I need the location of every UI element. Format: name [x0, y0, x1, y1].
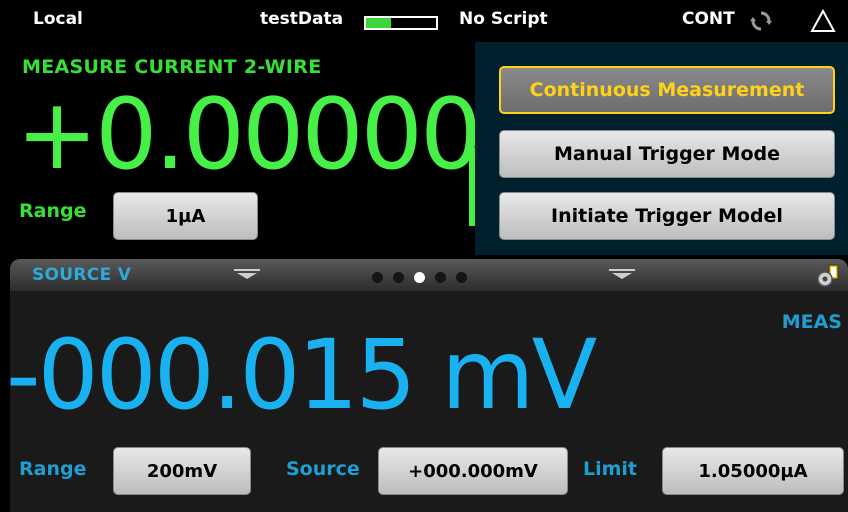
page-dot: [456, 272, 467, 283]
handle-icon[interactable]: [609, 268, 635, 280]
handle-icon[interactable]: [234, 268, 260, 280]
page-dot: [372, 272, 383, 283]
refresh-icon[interactable]: [750, 10, 772, 32]
source-range-label: Range: [19, 458, 87, 480]
source-level-button[interactable]: +000.000mV: [378, 447, 568, 495]
source-range-button[interactable]: 200mV: [113, 447, 251, 495]
script-indicator[interactable]: No Script: [459, 9, 548, 29]
page-dot-active: [414, 272, 425, 283]
initiate-trigger-model-button[interactable]: Initiate Trigger Model: [499, 192, 835, 240]
status-bar: Local testData No Script CONT: [0, 0, 848, 40]
swipe-tab[interactable]: SOURCE V: [10, 259, 848, 291]
source-panel: MEAS -000.015 mV Range 200mV Source +000…: [6, 291, 848, 512]
page-dot: [393, 272, 404, 283]
buffer-fill-bar[interactable]: [364, 16, 438, 30]
warning-icon[interactable]: [810, 8, 836, 34]
continuous-measurement-button[interactable]: Continuous Measurement: [499, 66, 835, 114]
swipe-screen-title: SOURCE V: [32, 265, 132, 285]
source-level-label: Source: [286, 458, 360, 480]
buffer-name[interactable]: testData: [260, 9, 343, 29]
swipe-bar: SOURCE V: [0, 255, 848, 291]
trigger-mode-menu: Continuous Measurement Manual Trigger Mo…: [475, 42, 848, 262]
limit-button[interactable]: 1.05000µA: [662, 447, 844, 495]
limit-label: Limit: [583, 458, 638, 480]
measure-reading: +0.00000: [16, 78, 482, 192]
settings-icon[interactable]: [815, 264, 841, 288]
source-reading: -000.015 mV: [6, 319, 597, 431]
buffer-fill-level: [366, 18, 391, 28]
local-mode-indicator[interactable]: Local: [33, 9, 83, 29]
manual-trigger-mode-button[interactable]: Manual Trigger Mode: [499, 130, 835, 178]
meas-label[interactable]: MEAS: [782, 311, 842, 333]
measure-range-label: Range: [19, 200, 87, 222]
page-indicator[interactable]: [372, 272, 467, 283]
trigger-mode-indicator[interactable]: CONT: [682, 9, 735, 29]
page-dot: [435, 272, 446, 283]
measure-range-button[interactable]: 1µA: [113, 192, 258, 240]
measure-function-title[interactable]: MEASURE CURRENT 2-WIRE: [22, 56, 322, 78]
